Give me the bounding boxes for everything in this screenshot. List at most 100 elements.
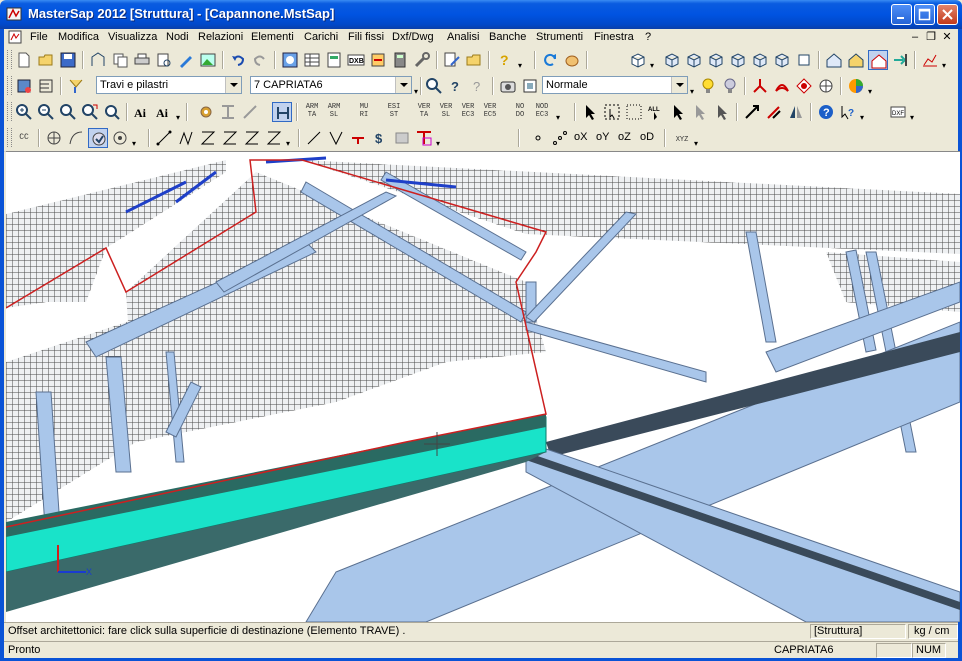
view-left-button[interactable] — [706, 50, 726, 70]
esi-st-button[interactable]: ESI ST — [384, 103, 404, 119]
view-front-button[interactable] — [662, 50, 682, 70]
edit-button[interactable] — [442, 50, 462, 70]
camera-button[interactable] — [498, 76, 518, 96]
text-label-button[interactable]: Ai — [132, 102, 152, 122]
mesh-button[interactable] — [414, 128, 434, 148]
save-button[interactable] — [58, 50, 78, 70]
select-group-button[interactable] — [14, 76, 34, 96]
color-dropdown-chevron-icon[interactable]: ▾ — [868, 87, 872, 96]
refresh-button[interactable] — [540, 50, 560, 70]
toolbar3-right-chevron-icon[interactable]: ▾ — [860, 113, 864, 122]
insert-line-button[interactable] — [304, 128, 324, 148]
node-tool-button[interactable] — [348, 128, 368, 148]
home-view2-button[interactable] — [846, 50, 866, 70]
xyz-button[interactable]: XYZ — [672, 136, 692, 144]
group-dropdown-arrow-icon[interactable] — [395, 77, 411, 93]
maximize-button[interactable] — [914, 4, 935, 25]
insert-vertex-button[interactable] — [326, 128, 346, 148]
snap-polar-button[interactable] — [550, 128, 570, 148]
menu-strumenti[interactable]: Strumenti — [536, 31, 583, 43]
menu-nodi[interactable]: Nodi — [166, 31, 189, 43]
view-options-button[interactable] — [520, 76, 540, 96]
print-button[interactable] — [132, 50, 152, 70]
beam-button[interactable] — [240, 102, 260, 122]
model-viewport-3d[interactable]: X — [6, 151, 960, 622]
cube-dropdown-chevron-icon[interactable]: ▾ — [650, 61, 654, 70]
snap-tool-button[interactable] — [88, 128, 108, 148]
light2-button[interactable] — [720, 76, 740, 96]
dxf-layer-button[interactable]: DXF — [888, 102, 908, 122]
undo-button[interactable] — [228, 50, 248, 70]
toolbar4-chevron-icon[interactable]: ▾ — [132, 139, 136, 148]
menu-visualizza[interactable]: Visualizza — [108, 31, 157, 43]
toolbar3-chevron-left-icon[interactable]: ▾ — [176, 113, 180, 122]
redo-button[interactable] — [250, 50, 270, 70]
calc-button[interactable] — [390, 50, 410, 70]
structure-3d-render[interactable]: X — [6, 152, 960, 622]
view-mode-chevron-icon[interactable]: ▾ — [690, 87, 694, 96]
document-icon[interactable] — [8, 30, 22, 44]
filter-select[interactable]: Travi e pilastri — [96, 76, 242, 94]
report-button[interactable] — [324, 50, 344, 70]
info-button[interactable] — [280, 50, 300, 70]
exit-view-button[interactable] — [890, 50, 910, 70]
color-button[interactable] — [846, 76, 866, 96]
menu-elementi[interactable]: Elementi — [251, 31, 294, 43]
table-button[interactable] — [302, 50, 322, 70]
light-source-button[interactable] — [816, 76, 836, 96]
snap-oz-button[interactable]: oZ — [618, 131, 631, 143]
deselect-button[interactable] — [690, 102, 710, 122]
zoom-window-button[interactable] — [58, 102, 78, 122]
menu-fili-fissi[interactable]: Fili fissi — [348, 31, 384, 43]
move-button[interactable] — [742, 102, 762, 122]
axis-button[interactable] — [750, 76, 770, 96]
structure-button[interactable] — [88, 50, 108, 70]
menu-modifica[interactable]: Modifica — [58, 31, 99, 43]
rect-tool-button[interactable] — [198, 128, 218, 148]
tools-button[interactable] — [412, 50, 432, 70]
title-bar[interactable]: MasterSap 2012 [Struttura] - [Capannone.… — [0, 0, 962, 29]
view-top-button[interactable] — [750, 50, 770, 70]
mdi-close-icon[interactable]: ✕ — [940, 30, 954, 44]
mirror-button[interactable] — [786, 102, 806, 122]
ver-sl-button[interactable]: VER SL — [436, 103, 456, 119]
dollar-button[interactable]: $ — [370, 128, 390, 148]
snap-chevron-icon[interactable]: ▾ — [694, 139, 698, 148]
ver-ec5-button[interactable]: VER EC5 — [480, 103, 500, 119]
snap-ox-button[interactable]: oX — [574, 131, 587, 143]
mdi-minimize-icon[interactable]: – — [908, 30, 922, 44]
mastersap-app-icon[interactable] — [6, 6, 22, 22]
arm-sl-button[interactable]: ARM SL — [324, 103, 344, 119]
arc-tool-button[interactable] — [66, 128, 86, 148]
group-select[interactable]: 7 CAPRIATA6 — [250, 76, 412, 94]
circle-tool-button[interactable] — [44, 128, 64, 148]
invert-selection-button[interactable] — [712, 102, 732, 122]
panel-button[interactable] — [392, 128, 412, 148]
pdf-button[interactable] — [772, 76, 792, 96]
hand-button[interactable] — [562, 50, 582, 70]
menu-file[interactable]: File — [30, 31, 48, 43]
mdi-restore-icon[interactable]: ❐ — [924, 30, 938, 44]
light-button[interactable] — [698, 76, 718, 96]
nod-ec3-button[interactable]: NOD EC3 — [532, 103, 552, 119]
rect-tool4-button[interactable] — [264, 128, 284, 148]
text-label2-button[interactable]: Ai — [154, 102, 174, 122]
view-iso-button[interactable] — [794, 50, 814, 70]
arm-ta-button[interactable]: ARM TA — [302, 103, 322, 119]
zoom-out-button[interactable] — [36, 102, 56, 122]
toolbar4-chevron2-icon[interactable]: ▾ — [286, 139, 290, 148]
print-preview-button[interactable] — [154, 50, 174, 70]
select-window-button[interactable] — [602, 102, 622, 122]
ver-ec3-button[interactable]: VER EC3 — [458, 103, 478, 119]
toolbar3-chevron-icon[interactable]: ▾ — [556, 113, 560, 122]
menu-help[interactable]: ? — [645, 31, 651, 43]
line-tool-button[interactable] — [154, 128, 174, 148]
select-cross-button[interactable] — [624, 102, 644, 122]
dropdown-chevron-icon[interactable]: ▾ — [518, 61, 522, 70]
zoom-find-button[interactable] — [424, 76, 444, 96]
zoom-extent-button[interactable] — [80, 102, 100, 122]
menu-carichi[interactable]: Carichi — [304, 31, 338, 43]
toolbar4-chevron3-icon[interactable]: ▾ — [436, 139, 440, 148]
close-button[interactable] — [937, 4, 958, 25]
column-button[interactable] — [218, 102, 238, 122]
